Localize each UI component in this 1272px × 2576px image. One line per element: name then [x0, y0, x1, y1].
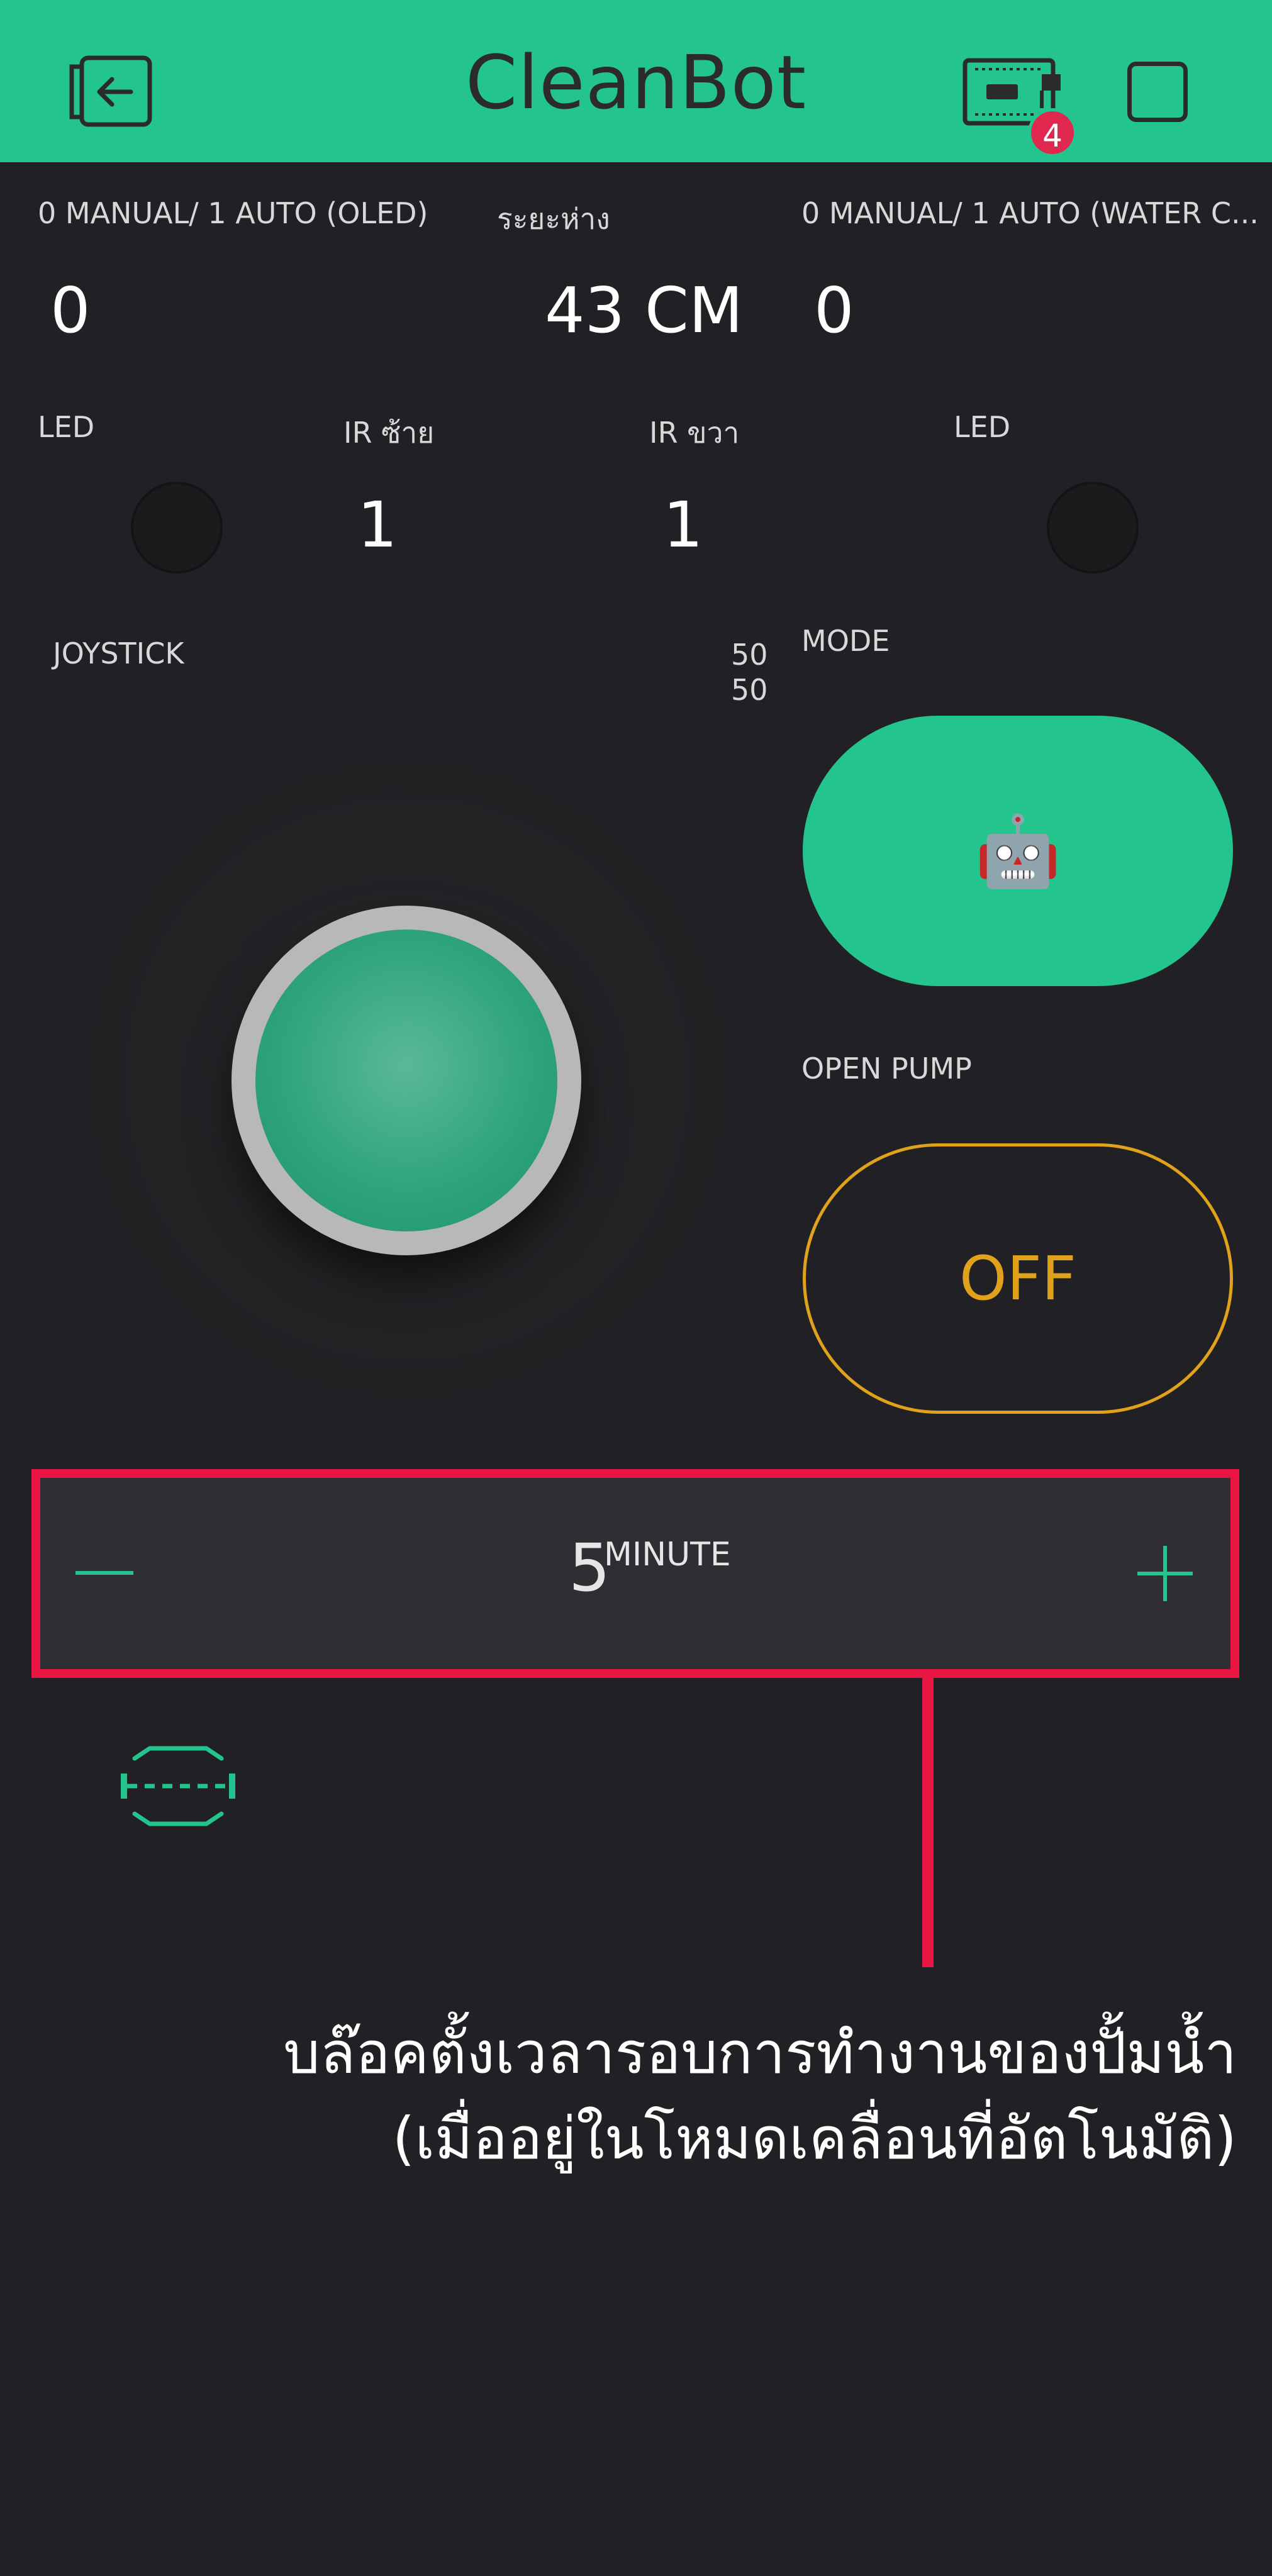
- stop-square-icon[interactable]: [1127, 62, 1188, 122]
- decrement-button[interactable]: [69, 1535, 140, 1613]
- joystick-y-value: 50: [731, 673, 768, 707]
- annotation-line-1: บล๊อคตั้งเวลารอบการทำงานของปั้มน้ำ: [283, 2019, 1237, 2087]
- led-left-label: LED: [38, 410, 95, 444]
- ir-left-label: IR ซ้าย: [343, 416, 435, 450]
- distance-value: 43 CM: [545, 274, 744, 347]
- joystick-label: JOYSTICK: [53, 636, 184, 670]
- device-count-badge: 4: [1028, 108, 1077, 157]
- oled-mode-value: 0: [50, 274, 91, 347]
- minus-icon: [75, 1571, 133, 1575]
- app-title: CleanBot: [465, 39, 807, 126]
- open-pump-button[interactable]: OFF: [803, 1143, 1233, 1414]
- led-right-indicator: [1047, 482, 1139, 574]
- mode-button[interactable]: 🤖: [803, 716, 1233, 986]
- led-right-label: LED: [954, 410, 1011, 444]
- joystick-knob[interactable]: [255, 930, 557, 1231]
- highlight-box: [31, 1469, 1239, 1678]
- robot-icon: 🤖: [974, 811, 1061, 891]
- oled-mode-label: 0 MANUAL/ 1 AUTO (OLED): [38, 196, 428, 230]
- water-mode-label: 0 MANUAL/ 1 AUTO (WATER C...: [801, 196, 1259, 230]
- ir-right-label: IR ขวา: [649, 416, 740, 450]
- distance-label: ระยะห่าง: [497, 202, 610, 236]
- pump-label: OPEN PUMP: [801, 1052, 972, 1085]
- annotation-line-2: (เมื่ออยู่ในโหมดเคลื่อนที่อัตโนมัติ): [392, 2105, 1237, 2172]
- increment-button[interactable]: [1126, 1535, 1204, 1613]
- ir-right-value: 1: [663, 488, 703, 562]
- joystick-x-value: 50: [731, 638, 768, 672]
- timer-unit: MINUTE: [604, 1536, 731, 1574]
- ir-left-value: 1: [357, 488, 398, 562]
- led-left-indicator: [131, 482, 223, 574]
- annotation-connector: [922, 1678, 934, 1967]
- water-mode-value: 0: [814, 274, 854, 347]
- timer-widget-icon[interactable]: [117, 1742, 239, 1830]
- mode-label: MODE: [801, 624, 890, 658]
